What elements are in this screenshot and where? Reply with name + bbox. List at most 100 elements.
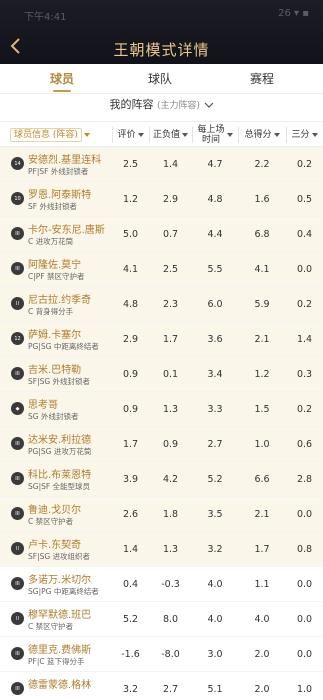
player-name[interactable]: 穆罕默德.班巴 — [28, 606, 91, 621]
player-name[interactable]: 卢卡.东契奇 — [28, 536, 81, 551]
table-row[interactable]: III 阿隆佐.莫宁 C|PF 禁区守护者 4.1 2.5 5.5 4.1 0.0 — [0, 252, 323, 287]
sort-caret-icon — [273, 133, 280, 137]
table-row[interactable]: III 多诺万.米切尔 SG|PG 中距离终结者 0.4 -0.3 4.0 1.1 0.0 — [0, 567, 323, 602]
player-name[interactable]: 罗恩.阿泰斯特 — [28, 186, 91, 201]
table-row[interactable]: III 德里克.费佛斯 PF|C 篮下得分手 -1.6 -8.0 3.0 2.0 0.0 — [0, 637, 323, 672]
tab-team[interactable]: 球队 — [130, 70, 190, 87]
jersey-badge-icon: III — [11, 262, 24, 275]
cell-three: 0.3 — [296, 369, 313, 380]
table-row[interactable]: III 科比.布莱恩特 SG|SF 全能型球员 3.9 4.2 5.2 6.6 2.8 — [0, 462, 323, 497]
player-name[interactable]: 吉米.巴特勒 — [28, 361, 81, 376]
player-name[interactable]: 达米安.利拉德 — [28, 431, 91, 446]
cell-three: 0.0 — [296, 264, 313, 275]
cell-minutes: 5.1 — [207, 684, 223, 695]
cell-points: 1.6 — [254, 194, 270, 205]
table-row[interactable]: 12 萨姆.卡塞尔 PG|SG 中距离终结者 2.9 1.7 3.6 2.1 1.4 — [0, 322, 323, 357]
cell-rating: 3.9 — [122, 474, 139, 485]
tab-players[interactable]: 球员 — [32, 70, 92, 87]
player-description: SF 外线封锁者 — [28, 202, 77, 211]
player-name[interactable]: 多诺万.米切尔 — [28, 571, 91, 586]
cell-points: 1.0 — [254, 439, 270, 450]
cell-rating: 2.6 — [122, 509, 139, 520]
player-description: PG|SG 中距离终结者 — [28, 342, 99, 351]
cell-plus-minus: -0.3 — [161, 579, 180, 590]
player-name[interactable]: 尼古拉.约季奇 — [28, 291, 91, 306]
jersey-badge-icon: II — [11, 612, 24, 625]
player-name[interactable]: 思考哥 — [28, 396, 58, 411]
jersey-badge-icon: ◆ — [11, 402, 24, 415]
column-points[interactable]: 总得分 — [238, 122, 286, 148]
player-description: PG|SG 进攻万花筒 — [28, 447, 92, 456]
cell-plus-minus: 0.7 — [162, 229, 179, 240]
table-row[interactable]: 10 罗恩.阿泰斯特 SF 外线封锁者 1.2 2.9 4.8 1.6 0.5 — [0, 182, 323, 217]
table-row[interactable]: III 卡尔-安东尼.唐斯 C 进攻万花筒 5.0 0.7 4.4 6.8 0.4 — [0, 217, 323, 252]
table-row[interactable]: II 卢卡.东契奇 SF|SG 进攻组织者 1.4 1.3 3.2 1.7 0.8 — [0, 532, 323, 567]
cell-plus-minus: 1.8 — [162, 509, 179, 520]
player-description: SG|SF 全能型球员 — [28, 482, 91, 491]
cell-minutes: 2.7 — [207, 439, 223, 450]
jersey-badge-icon: II — [11, 542, 24, 555]
table-row[interactable]: III 德雷蒙德.格林 3.2 2.7 5.1 2.0 1.0 — [0, 672, 323, 700]
player-description: SF|SG 外线封锁者 — [28, 377, 91, 386]
table-row[interactable]: III 达米安.利拉德 PG|SG 进攻万花筒 1.7 0.9 2.7 1.0 0.6 — [0, 427, 323, 462]
cell-points: 1.1 — [254, 579, 270, 590]
cell-three: 0.4 — [296, 229, 313, 240]
cell-minutes: 4.0 — [207, 579, 223, 590]
cell-three: 0.0 — [296, 509, 313, 520]
player-name[interactable]: 萨姆.卡塞尔 — [28, 326, 81, 341]
cell-plus-minus: 8.0 — [162, 614, 179, 625]
cell-rating: 1.4 — [122, 544, 139, 555]
cell-points: 1.7 — [254, 544, 270, 555]
cell-rating: 0.9 — [122, 369, 139, 380]
cell-points: 2.1 — [254, 509, 270, 520]
sort-caret-icon — [311, 133, 318, 137]
column-minutes-line2: 时间 — [201, 135, 220, 145]
table-row[interactable]: ◆ 思考哥 SG 外线封锁者 0.9 1.3 3.3 1.5 0.2 — [0, 392, 323, 427]
column-plus-minus[interactable]: 正负值 — [149, 122, 192, 148]
table-row[interactable]: III 吉米.巴特勒 SF|SG 外线封锁者 0.9 0.1 3.4 1.2 0.3 — [0, 357, 323, 392]
jersey-badge-icon: III — [11, 227, 24, 240]
column-minutes[interactable]: 每上场 时间 — [192, 122, 238, 148]
tab-schedule[interactable]: 赛程 — [232, 70, 292, 87]
table-row[interactable]: III 鲁迪.戈贝尔 C 禁区守护者 2.6 1.8 3.5 2.1 0.0 — [0, 497, 323, 532]
column-rating[interactable]: 评价 — [112, 122, 149, 148]
sort-caret-icon — [182, 133, 188, 137]
player-name[interactable]: 安德烈.基里连科 — [28, 151, 101, 166]
player-description: C 背身得分手 — [28, 307, 74, 316]
cell-points: 1.2 — [254, 369, 270, 380]
lineup-selector[interactable]: 我的阵容 (主力阵容) — [0, 96, 323, 120]
player-name[interactable]: 科比.布莱恩特 — [28, 466, 91, 481]
column-header: 球员信息 (阵容) 评价 正负值 每上场 时间 总得分 三分 — [0, 121, 323, 147]
jersey-badge-icon: III — [11, 507, 24, 520]
cell-plus-minus: -8.0 — [161, 649, 180, 660]
player-description: SG 外线封锁者 — [28, 412, 79, 421]
player-name[interactable]: 卡尔-安东尼.唐斯 — [28, 221, 105, 236]
column-player-info[interactable]: 球员信息 (阵容) — [0, 122, 112, 148]
cell-plus-minus: 1.7 — [162, 334, 179, 345]
cell-rating: 1.7 — [122, 439, 139, 450]
lineup-label: 我的阵容 — [109, 98, 154, 111]
column-three[interactable]: 三分 — [286, 122, 323, 148]
cell-minutes: 3.2 — [207, 544, 223, 555]
cell-rating: 4.8 — [122, 299, 139, 310]
column-points-label: 总得分 — [244, 130, 272, 140]
cell-rating: 2.5 — [122, 159, 139, 170]
player-description: C 禁区守护者 — [28, 622, 74, 631]
cell-points: 6.8 — [254, 229, 270, 240]
cell-rating: -1.6 — [121, 649, 140, 660]
player-table: 14 安德烈.基里连科 PF|SF 外线封锁者 2.5 1.4 4.7 2.2 0.2 10 罗恩… — [0, 147, 323, 700]
cell-three: 2.8 — [296, 474, 313, 485]
status-indicators: 26 ▾ ▪ — [278, 8, 309, 19]
cell-points: 4.1 — [254, 264, 270, 275]
player-name[interactable]: 德雷蒙德.格林 — [28, 676, 91, 691]
player-name[interactable]: 鲁迪.戈贝尔 — [28, 501, 81, 516]
cell-rating: 0.9 — [122, 404, 139, 415]
player-name[interactable]: 德里克.费佛斯 — [28, 641, 91, 656]
table-row[interactable]: II 穆罕默德.班巴 C 禁区守护者 5.2 8.0 4.0 4.0 0.0 — [0, 602, 323, 637]
status-bar: 下午4:41 26 ▾ ▪ — [0, 6, 323, 24]
player-name[interactable]: 阿隆佐.莫宁 — [28, 256, 81, 271]
table-row[interactable]: II 尼古拉.约季奇 C 背身得分手 4.8 2.3 6.0 5.9 0.2 — [0, 287, 323, 322]
table-row[interactable]: 14 安德烈.基里连科 PF|SF 外线封锁者 2.5 1.4 4.7 2.2 0.2 — [0, 147, 323, 182]
cell-minutes: 3.3 — [207, 404, 223, 415]
cell-points: 6.6 — [254, 474, 270, 485]
